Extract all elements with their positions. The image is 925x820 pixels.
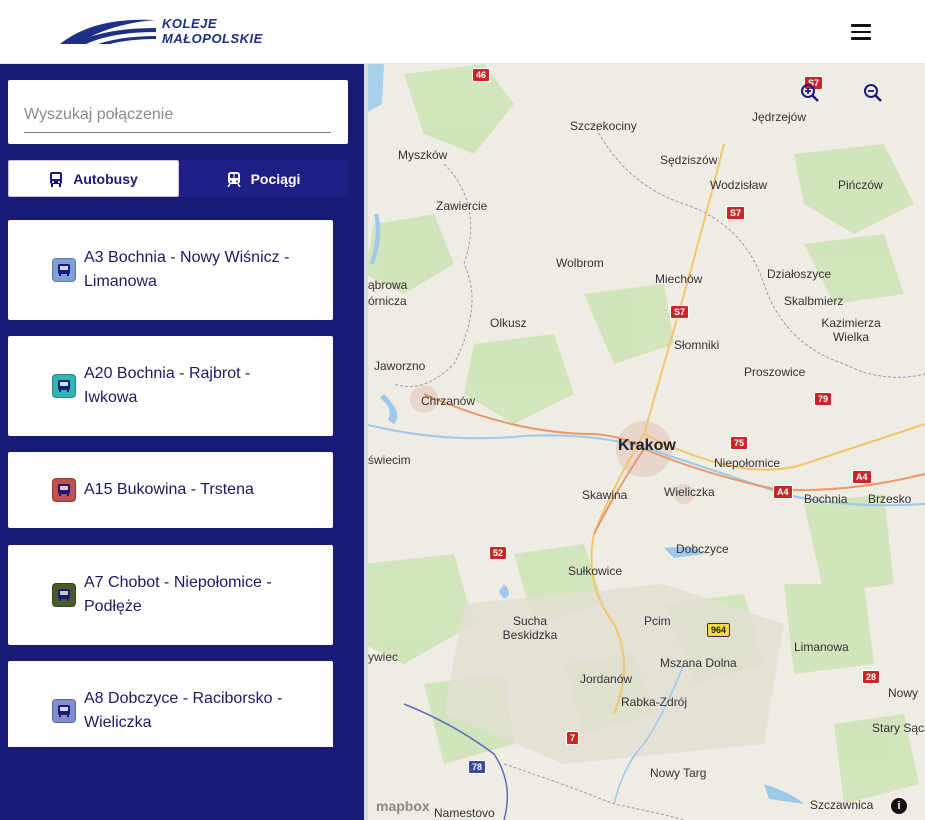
map-label: órnicza — [368, 294, 407, 308]
map-label: Skalbmierz — [784, 294, 844, 308]
logo[interactable]: KOLEJE MAŁOPOLSKIE — [58, 14, 263, 48]
map-label: Rabka-Zdrój — [621, 695, 688, 709]
road-shield: 28 — [862, 670, 881, 684]
road-shield: 46 — [472, 68, 491, 82]
tab-buses-label: Autobusy — [73, 170, 138, 187]
map-label: ąbrowa — [368, 278, 408, 292]
map-label: Krakow — [618, 437, 676, 454]
map-label: Mszana Dolna — [660, 656, 737, 670]
map-label: Chrzanów — [421, 394, 476, 408]
map-label: Wodzisław — [710, 178, 768, 192]
bus-icon — [50, 171, 63, 187]
bus-icon — [52, 583, 76, 607]
map-label: Proszowice — [744, 365, 806, 379]
logo-text: KOLEJE MAŁOPOLSKIE — [162, 16, 263, 46]
zoom-in-icon[interactable] — [799, 82, 821, 104]
map-label: Myszków — [398, 148, 448, 162]
bus-icon — [52, 374, 76, 398]
route-item[interactable]: A20 Bochnia - Rajbrot - Iwkowa — [8, 336, 333, 436]
map-label: Nowy Targ — [650, 766, 707, 780]
map-label: Bochnia — [804, 492, 848, 506]
road-shield: 79 — [814, 392, 833, 406]
map-label: Namestovo — [434, 806, 495, 820]
map-label: Brzesko — [868, 492, 912, 506]
map-label: Limanowa — [794, 640, 849, 654]
sidebar: Autobusy Pociągi A3 Bochnia - Nowy Wiśni… — [0, 64, 364, 820]
map-divider — [364, 64, 368, 820]
map-label: Szczawnica — [810, 798, 874, 812]
road-shield: A4 — [773, 485, 793, 499]
logo-line-1: KOLEJE — [162, 16, 218, 31]
search-box — [8, 80, 348, 144]
map-label: Wieliczka — [664, 485, 715, 499]
map-label: Szczekociny — [570, 119, 637, 133]
app-header: KOLEJE MAŁOPOLSKIE — [0, 0, 925, 64]
route-label: A3 Bochnia - Nowy Wiśnicz - Limanowa — [84, 249, 290, 290]
map-label: Jaworzno — [374, 359, 426, 373]
logo-line-2: MAŁOPOLSKIE — [162, 31, 263, 46]
tab-buses[interactable]: Autobusy — [8, 160, 179, 197]
road-shield: 964 — [707, 623, 731, 637]
logo-train-icon — [60, 19, 156, 44]
bus-icon — [52, 699, 76, 723]
map-label: Kazimierza Wielka — [821, 316, 881, 344]
map-label: świecim — [368, 453, 411, 467]
road-shield: A4 — [852, 470, 872, 484]
mapbox-attribution[interactable]: mapbox — [376, 798, 430, 814]
map-label: Działoszyce — [767, 267, 832, 281]
info-icon[interactable]: i — [891, 798, 907, 814]
map-label: Skawina — [582, 488, 628, 502]
map-label: Sucha Beskidzka — [502, 614, 558, 642]
route-label: A7 Chobot - Niepołomice - Podłęże — [84, 574, 272, 615]
map-label: ywiec — [368, 650, 399, 664]
map[interactable]: Szczekociny Jędrzejów Myszków Sędziszów … — [364, 64, 925, 820]
route-label: A20 Bochnia - Rajbrot - Iwkowa — [84, 365, 251, 406]
map-label: Jędrzejów — [752, 110, 807, 124]
map-label: Olkusz — [490, 316, 527, 330]
map-label: Sędziszów — [660, 153, 718, 167]
transport-tabs: Autobusy Pociągi — [8, 160, 348, 197]
map-label: Wolbrom — [556, 256, 604, 270]
map-label: Jordanów — [580, 672, 633, 686]
hamburger-icon[interactable] — [848, 20, 874, 44]
route-item[interactable]: A15 Bukowina - Trstena — [8, 452, 333, 528]
tab-trains[interactable]: Pociągi — [179, 160, 348, 197]
road-shield: 52 — [489, 546, 508, 560]
road-shield: S7 — [726, 206, 746, 220]
map-label: Stary Sącz — [872, 721, 925, 735]
search-input[interactable] — [24, 102, 331, 133]
route-item[interactable]: A3 Bochnia - Nowy Wiśnicz - Limanowa — [8, 220, 333, 320]
bus-icon — [52, 478, 76, 502]
map-label: Dobczyce — [676, 542, 729, 556]
road-shield: 7 — [566, 731, 580, 745]
map-label: Zawiercie — [436, 199, 488, 213]
map-label: Miechów — [655, 272, 703, 286]
route-label: A15 Bukowina - Trstena — [84, 481, 254, 498]
bus-icon — [52, 258, 76, 282]
route-list: A3 Bochnia - Nowy Wiśnicz - Limanowa A20… — [8, 220, 333, 747]
tab-trains-label: Pociągi — [250, 170, 301, 187]
route-item[interactable]: A7 Chobot - Niepołomice - Podłęże — [8, 545, 333, 645]
map-label: Nowy — [888, 686, 919, 700]
map-label: Niepołomice — [714, 456, 781, 470]
map-label: Pcim — [644, 614, 671, 628]
road-shield: 75 — [730, 436, 749, 450]
route-item[interactable]: A8 Dobczyce - Raciborsko - Wieliczka — [8, 661, 333, 747]
map-label: Sułkowice — [568, 564, 623, 578]
road-shield: S7 — [670, 305, 690, 319]
road-shield: 78 — [468, 760, 487, 774]
zoom-out-icon[interactable] — [862, 82, 884, 104]
route-label: A8 Dobczyce - Raciborsko - Wieliczka — [84, 690, 283, 731]
train-icon — [226, 171, 241, 187]
map-label: Słomniki — [674, 338, 720, 352]
map-label: Pińczów — [838, 178, 883, 192]
